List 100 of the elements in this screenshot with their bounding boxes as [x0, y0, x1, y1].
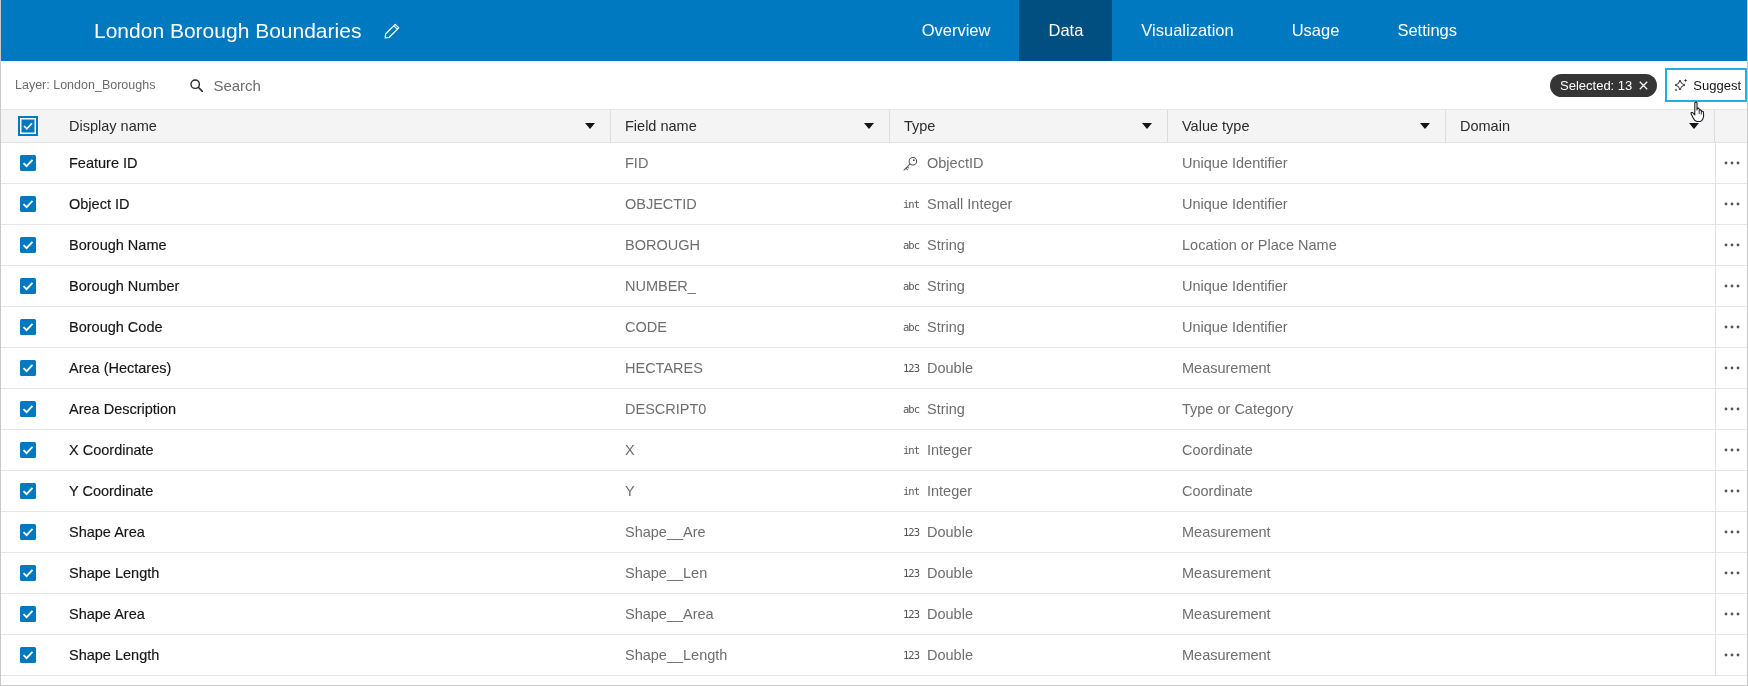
type-cell: String — [927, 278, 965, 294]
nav-tab[interactable]: Overview — [892, 0, 1020, 61]
more-options-icon[interactable] — [1723, 407, 1740, 411]
type-cell: Double — [927, 647, 973, 663]
data-type-glyph: abc — [903, 403, 919, 415]
type-cell: Double — [927, 606, 973, 622]
type-cell: Double — [927, 524, 973, 540]
row-checkbox[interactable] — [20, 360, 36, 376]
more-options-icon[interactable] — [1723, 366, 1740, 370]
more-options-icon[interactable] — [1723, 489, 1740, 493]
data-type-glyph: int — [903, 444, 919, 456]
row-checkbox[interactable] — [20, 401, 36, 417]
field-name-cell: Shape__Area — [625, 606, 714, 622]
close-icon[interactable] — [1639, 80, 1649, 90]
type-cell: String — [927, 401, 965, 417]
more-options-icon[interactable] — [1723, 243, 1740, 247]
value-type-cell: Unique Identifier — [1182, 155, 1288, 171]
more-options-icon[interactable] — [1723, 571, 1740, 575]
row-checkbox[interactable] — [20, 606, 36, 622]
display-name-cell: Feature ID — [69, 155, 138, 171]
row-checkbox[interactable] — [20, 319, 36, 335]
more-options-icon[interactable] — [1723, 653, 1740, 657]
row-checkbox[interactable] — [20, 155, 36, 171]
row-checkbox[interactable] — [20, 278, 36, 294]
type-cell: ObjectID — [927, 155, 984, 171]
column-header[interactable]: Type — [890, 110, 1168, 142]
value-type-cell: Measurement — [1182, 565, 1271, 581]
row-checkbox[interactable] — [20, 442, 36, 458]
suggest-button[interactable]: Suggest — [1665, 68, 1747, 102]
value-type-cell: Coordinate — [1182, 483, 1253, 499]
row-checkbox[interactable] — [20, 565, 36, 581]
pencil-icon[interactable] — [384, 22, 401, 39]
nav-tab[interactable]: Settings — [1368, 0, 1486, 61]
row-checkbox[interactable] — [20, 524, 36, 540]
field-name-cell: DESCRIPT0 — [625, 401, 707, 417]
key-icon — [903, 155, 918, 171]
data-type-glyph: int — [903, 485, 919, 497]
select-all-checkbox[interactable] — [18, 116, 38, 136]
display-name-cell: Shape Area — [69, 606, 145, 622]
display-name-cell: Shape Area — [69, 524, 145, 540]
more-options-icon[interactable] — [1723, 612, 1740, 616]
row-checkbox[interactable] — [20, 647, 36, 663]
value-type-cell: Unique Identifier — [1182, 319, 1288, 335]
search-icon — [190, 78, 204, 92]
search-field[interactable]: Search — [213, 76, 364, 94]
display-name-cell: Borough Name — [69, 237, 167, 253]
column-header[interactable]: Field name — [611, 110, 890, 142]
layer-label: Layer: London_Boroughs — [15, 78, 156, 92]
field-name-cell: OBJECTID — [625, 196, 697, 212]
value-type-cell: Location or Place Name — [1182, 237, 1337, 253]
field-name-cell: Shape__Length — [625, 647, 728, 663]
data-type-glyph: 123 — [903, 526, 919, 538]
type-cell: Double — [927, 565, 973, 581]
nav-tab[interactable]: Usage — [1262, 0, 1369, 61]
type-cell: Integer — [927, 483, 973, 499]
nav-tab[interactable]: Data — [1019, 0, 1113, 61]
display-name-cell: Area Description — [69, 401, 177, 417]
row-checkbox[interactable] — [20, 196, 36, 212]
display-name-cell: Borough Number — [69, 278, 180, 294]
row-checkbox[interactable] — [20, 483, 36, 499]
field-name-cell: X — [625, 442, 635, 458]
type-cell: Double — [927, 360, 973, 376]
value-type-cell: Measurement — [1182, 606, 1271, 622]
more-options-icon[interactable] — [1723, 530, 1740, 534]
caret-down-icon[interactable] — [585, 123, 595, 129]
more-options-icon[interactable] — [1723, 202, 1740, 206]
data-type-glyph: 123 — [903, 608, 919, 620]
nav-tab[interactable]: Visualization — [1112, 0, 1263, 61]
data-type-glyph: abc — [903, 239, 919, 251]
type-cell: Integer — [927, 442, 973, 458]
data-type-glyph: abc — [903, 321, 919, 333]
field-name-cell: CODE — [625, 319, 667, 335]
type-cell: String — [927, 319, 965, 335]
caret-down-icon[interactable] — [1142, 123, 1152, 129]
type-cell: String — [927, 237, 965, 253]
value-type-cell: Measurement — [1182, 524, 1271, 540]
more-options-icon[interactable] — [1723, 325, 1740, 329]
data-type-glyph: int — [903, 198, 919, 210]
more-options-icon[interactable] — [1723, 161, 1740, 165]
column-header[interactable]: Value type — [1168, 110, 1446, 142]
field-name-cell: HECTARES — [625, 360, 703, 376]
data-type-glyph: 123 — [903, 649, 919, 661]
value-type-cell: Unique Identifier — [1182, 196, 1288, 212]
value-type-cell: Unique Identifier — [1182, 278, 1288, 294]
data-type-glyph: 123 — [903, 567, 919, 579]
caret-down-icon[interactable] — [864, 123, 874, 129]
column-header[interactable]: Display name — [55, 110, 611, 142]
display-name-cell: Object ID — [69, 196, 130, 212]
row-checkbox[interactable] — [20, 237, 36, 253]
selection-chip[interactable]: Selected: 13 — [1550, 73, 1658, 97]
more-options-icon[interactable] — [1723, 448, 1740, 452]
more-options-icon[interactable] — [1723, 284, 1740, 288]
display-name-cell: Shape Length — [69, 565, 160, 581]
field-name-cell: BOROUGH — [625, 237, 700, 253]
field-name-cell: Y — [625, 483, 635, 499]
display-name-cell: Borough Code — [69, 319, 163, 335]
field-name-cell: NUMBER_ — [625, 278, 696, 294]
display-name-cell: Area (Hectares) — [69, 360, 172, 376]
caret-down-icon[interactable] — [1420, 123, 1430, 129]
field-name-cell: FID — [625, 155, 649, 171]
